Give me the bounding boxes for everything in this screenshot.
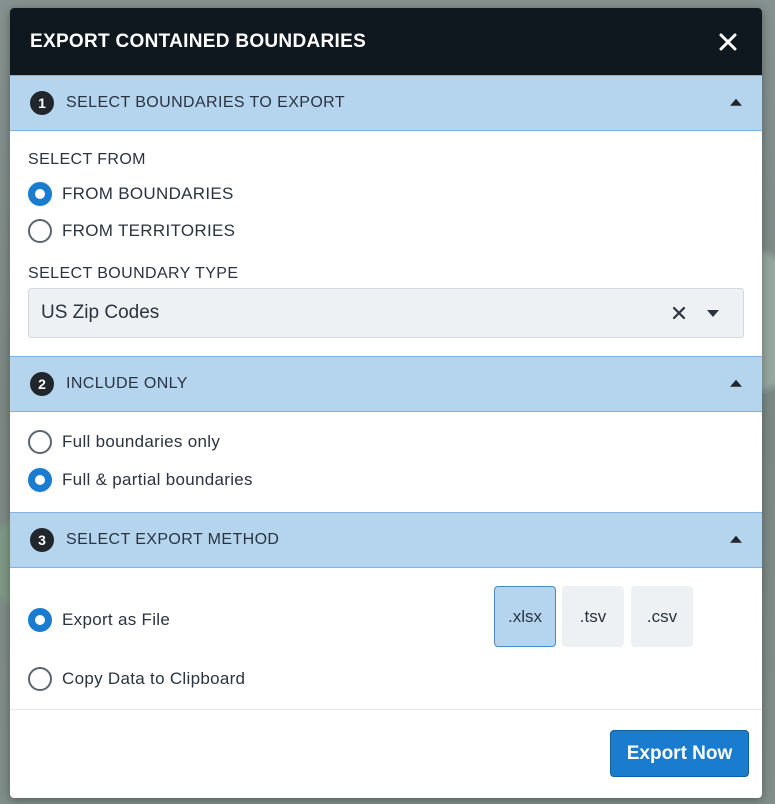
radio-button[interactable] — [28, 468, 52, 492]
radio-label: FROM BOUNDARIES — [62, 184, 234, 203]
section-export-method-header[interactable]: 3 SELECT EXPORT METHOD — [10, 512, 762, 568]
radio-from-territories[interactable]: FROM TERRITORIES — [28, 219, 235, 243]
chevron-down-icon[interactable] — [707, 309, 719, 317]
radio-button[interactable] — [28, 182, 52, 206]
clear-button[interactable] — [669, 303, 689, 323]
radio-export-as-file[interactable]: Export as File — [28, 608, 170, 632]
format-tsv-button[interactable]: .tsv — [562, 586, 624, 647]
format-xlsx-button[interactable]: .xlsx — [494, 586, 556, 647]
step-number-1: 1 — [30, 91, 54, 115]
radio-from-boundaries[interactable]: FROM BOUNDARIES — [28, 182, 234, 206]
radio-copy-to-clipboard[interactable]: Copy Data to Clipboard — [28, 667, 245, 691]
section-export-method-body: Export as File Copy Data to Clipboard .x… — [10, 568, 762, 708]
section-include-only-header[interactable]: 2 INCLUDE ONLY — [10, 356, 762, 412]
section-title: INCLUDE ONLY — [66, 375, 188, 392]
radio-label: FROM TERRITORIES — [62, 221, 236, 240]
export-now-button[interactable]: Export Now — [610, 730, 749, 777]
boundary-type-label: SELECT BOUNDARY TYPE — [28, 265, 239, 282]
close-button[interactable] — [714, 28, 742, 56]
radio-label: Full boundaries only — [62, 432, 221, 451]
radio-full-boundaries-only[interactable]: Full boundaries only — [28, 430, 220, 454]
step-number-3: 3 — [30, 528, 54, 552]
boundary-type-select[interactable]: US Zip Codes — [28, 288, 744, 338]
radio-button[interactable] — [28, 608, 52, 632]
export-dialog: EXPORT CONTAINED BOUNDARIES 1 SELECT BOU… — [10, 8, 762, 798]
section-title: SELECT BOUNDARIES TO EXPORT — [66, 94, 346, 111]
radio-button[interactable] — [28, 219, 52, 243]
close-icon — [719, 33, 737, 50]
section-select-boundaries-header[interactable]: 1 SELECT BOUNDARIES TO EXPORT — [10, 75, 762, 131]
boundary-type-value: US Zip Codes — [41, 302, 160, 323]
chevron-up-icon[interactable] — [730, 98, 742, 106]
footer-divider — [10, 709, 762, 710]
dialog-title: EXPORT CONTAINED BOUNDARIES — [30, 30, 367, 52]
radio-full-partial-boundaries[interactable]: Full & partial boundaries — [28, 468, 253, 492]
chevron-up-icon[interactable] — [730, 535, 742, 543]
radio-label: Copy Data to Clipboard — [62, 669, 246, 688]
select-from-label: SELECT FROM — [28, 151, 146, 168]
radio-button[interactable] — [28, 430, 52, 454]
radio-label: Export as File — [62, 610, 171, 629]
clear-x-icon — [672, 306, 686, 320]
section-title: SELECT EXPORT METHOD — [66, 531, 280, 548]
chevron-up-icon[interactable] — [730, 379, 742, 387]
step-number-2: 2 — [30, 372, 54, 396]
radio-label: Full & partial boundaries — [62, 470, 253, 489]
radio-button[interactable] — [28, 667, 52, 691]
section-include-only-body: Full boundaries only Full & partial boun… — [10, 412, 762, 512]
section-select-boundaries-body: SELECT FROM FROM BOUNDARIES FROM TERRITO… — [10, 131, 762, 356]
format-csv-button[interactable]: .csv — [631, 586, 693, 647]
dialog-header: EXPORT CONTAINED BOUNDARIES — [10, 8, 762, 75]
